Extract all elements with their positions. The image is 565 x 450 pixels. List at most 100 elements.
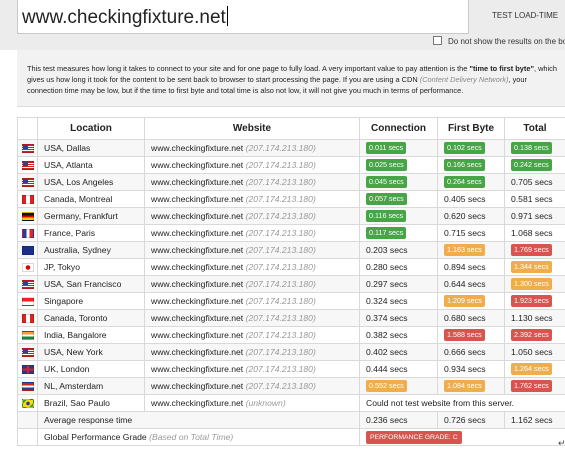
connection-badge: 0.045 secs [366, 176, 407, 188]
first-byte-value: 0.894 secs [444, 262, 486, 272]
connection-value: 0.280 secs [366, 262, 408, 272]
table-row: JP, Tokyo www.checkingfixture.net (207.17… [17, 258, 565, 276]
ip-address: (207.174.213.180) [245, 313, 316, 323]
total-value: 0.971 secs [511, 211, 553, 221]
flag-cell [17, 343, 38, 361]
ip-address: (207.174.213.180) [245, 330, 316, 340]
location-cell: USA, Dallas [37, 139, 145, 157]
de-flag-icon [21, 212, 34, 222]
location-header: Location [37, 117, 145, 140]
first-byte-cell: 0.894 secs [437, 258, 505, 276]
table-row: India, Bangalore www.checkingfixture.net … [17, 326, 565, 344]
connection-cell: 0.057 secs [359, 190, 438, 208]
website-name: www.checkingfixture.net [151, 211, 244, 221]
total-badge: 1.762 secs [511, 380, 552, 392]
website-cell: www.checkingfixture.net (207.174.213.180… [144, 309, 360, 327]
hide-results-label: Do not show the results on the boa [448, 37, 565, 46]
us-flag-icon [21, 178, 34, 188]
url-input[interactable]: www.checkingfixture.net [17, 0, 469, 34]
first-byte-cell: 0.620 secs [437, 207, 505, 225]
hide-results-option[interactable]: Do not show the results on the boa [433, 36, 565, 46]
test-load-time-button[interactable]: TEST LOAD-TIME [492, 11, 558, 20]
website-cell: www.checkingfixture.net (207.174.213.180… [144, 360, 360, 378]
total-value: 0.705 secs [511, 177, 553, 187]
website-name: www.checkingfixture.net [151, 228, 244, 238]
total-cell: 0.242 secs [504, 156, 565, 174]
connection-badge: 0.552 secs [366, 380, 407, 392]
connection-value: 0.444 secs [366, 364, 408, 374]
first-byte-value: 0.934 secs [444, 364, 486, 374]
connection-cell: 0.117 secs [359, 224, 438, 242]
empty-cell [17, 428, 38, 446]
ca-flag-icon [21, 195, 34, 205]
location-cell: India, Bangalore [37, 326, 145, 344]
location-cell: Singapore [37, 292, 145, 310]
flag-cell [17, 377, 38, 395]
total-cell: 1.050 secs [504, 343, 565, 361]
average-first-byte: 0.726 secs [437, 411, 505, 429]
website-cell: www.checkingfixture.net (207.174.213.180… [144, 343, 360, 361]
website-name: www.checkingfixture.net [151, 381, 244, 391]
ip-address: (207.174.213.180) [245, 160, 316, 170]
website-name: www.checkingfixture.net [151, 347, 244, 357]
uk-flag-icon [21, 365, 34, 375]
connection-header: Connection [359, 117, 438, 140]
first-byte-badge: 0.102 secs [444, 142, 485, 154]
ip-address: (207.174.213.180) [245, 381, 316, 391]
us-flag-icon [21, 280, 34, 290]
first-byte-cell: 1.588 secs [437, 326, 505, 344]
total-badge: 1.264 secs [511, 363, 552, 375]
table-row: USA, Los Angeles www.checkingfixture.net … [17, 173, 565, 191]
first-byte-cell: 0.644 secs [437, 275, 505, 293]
website-cell: www.checkingfixture.net (unknown) [144, 394, 360, 412]
location-cell: USA, New York [37, 343, 145, 361]
flag-cell [17, 156, 38, 174]
website-cell: www.checkingfixture.net (207.174.213.180… [144, 207, 360, 225]
performance-grade-badge: PERFORMANCE GRADE: C [366, 430, 462, 444]
first-byte-cell: 0.934 secs [437, 360, 505, 378]
table-row: USA, Atlanta www.checkingfixture.net (207… [17, 156, 565, 174]
connection-cell: 0.297 secs [359, 275, 438, 293]
first-byte-cell: 0.264 secs [437, 173, 505, 191]
first-byte-cell: 0.715 secs [437, 224, 505, 242]
location-cell: JP, Tokyo [37, 258, 145, 276]
website-header: Website [144, 117, 360, 140]
website-name: www.checkingfixture.net [151, 262, 244, 272]
results-table: Location Website Connection First Byte T… [17, 117, 565, 446]
first-byte-value: 0.405 secs [444, 194, 486, 204]
total-cell: 0.971 secs [504, 207, 565, 225]
hide-results-checkbox[interactable] [433, 36, 442, 45]
connection-cell: 0.116 secs [359, 207, 438, 225]
flag-cell [17, 190, 38, 208]
flag-cell [17, 173, 38, 191]
location-cell: NL, Amsterdam [37, 377, 145, 395]
total-value: 1.130 secs [511, 313, 553, 323]
total-cell: 0.581 secs [504, 190, 565, 208]
website-cell: www.checkingfixture.net (207.174.213.180… [144, 156, 360, 174]
total-cell: 1.068 secs [504, 224, 565, 242]
flag-header [17, 117, 38, 140]
website-name: www.checkingfixture.net [151, 364, 244, 374]
first-byte-cell: 1.163 secs [437, 241, 505, 259]
website-cell: www.checkingfixture.net (207.174.213.180… [144, 326, 360, 344]
connection-cell: 0.280 secs [359, 258, 438, 276]
url-input-text: www.checkingfixture.net [22, 6, 228, 28]
location-cell: USA, Atlanta [37, 156, 145, 174]
connection-badge: 0.057 secs [366, 193, 407, 205]
location-cell: Brazil, Sao Paulo [37, 394, 145, 412]
ip-address: (207.174.213.180) [245, 347, 316, 357]
first-byte-cell: 0.166 secs [437, 156, 505, 174]
total-cell: 1.344 secs [504, 258, 565, 276]
us-flag-icon [21, 161, 34, 171]
ip-address: (207.174.213.180) [245, 143, 316, 153]
website-name: www.checkingfixture.net [151, 245, 244, 255]
first-byte-cell: 0.680 secs [437, 309, 505, 327]
website-cell: www.checkingfixture.net (207.174.213.180… [144, 139, 360, 157]
top-bar: www.checkingfixture.net TEST LOAD-TIME D… [0, 0, 565, 50]
ip-address: (207.174.213.180) [245, 364, 316, 374]
ip-address: (207.174.213.180) [245, 262, 316, 272]
total-header: Total [504, 117, 565, 140]
website-cell: www.checkingfixture.net (207.174.213.180… [144, 173, 360, 191]
total-badge: 2.392 secs [511, 329, 552, 341]
total-cell: 0.138 secs [504, 139, 565, 157]
